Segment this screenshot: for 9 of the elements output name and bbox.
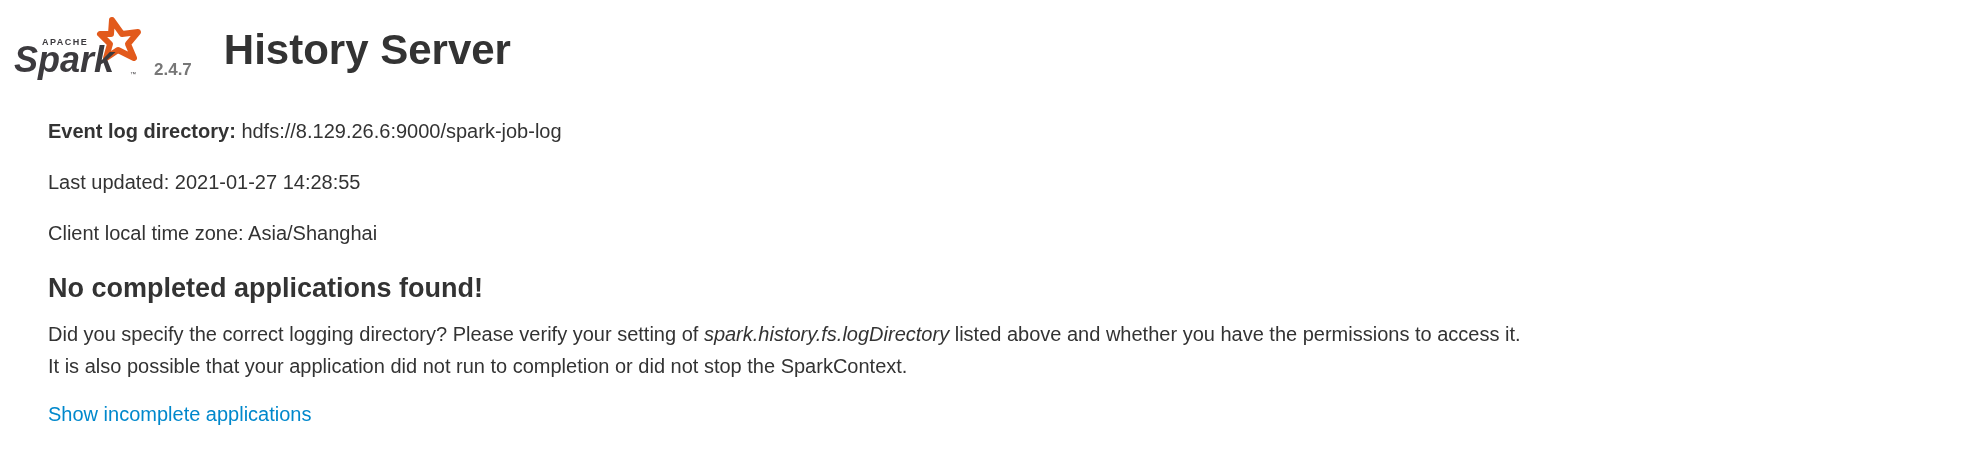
message-heading: No completed applications found! bbox=[48, 273, 484, 303]
show-incomplete-link[interactable]: Show incomplete applications bbox=[48, 403, 312, 425]
message-text: Did you specify the correct logging directory? Please verify your setting of spark.history.fs.logDirectory listed above and whether you have the permissions to access it. bbox=[48, 322, 1522, 347]
version-label: 2.4.7 bbox=[154, 60, 192, 80]
message-text: It is also possible that your application did not run to completion or did not stop the SparkContext. bbox=[48, 354, 909, 379]
info-line: Last updated: 2021-01-27 14:28:55 bbox=[48, 171, 362, 193]
info-line: Client local time zone: Asia/Shanghai bbox=[48, 222, 379, 244]
info-line: Event log directory: hdfs://8.129.26.6:9000/spark-job-log bbox=[48, 120, 563, 142]
page-title: History Server bbox=[223, 29, 511, 71]
